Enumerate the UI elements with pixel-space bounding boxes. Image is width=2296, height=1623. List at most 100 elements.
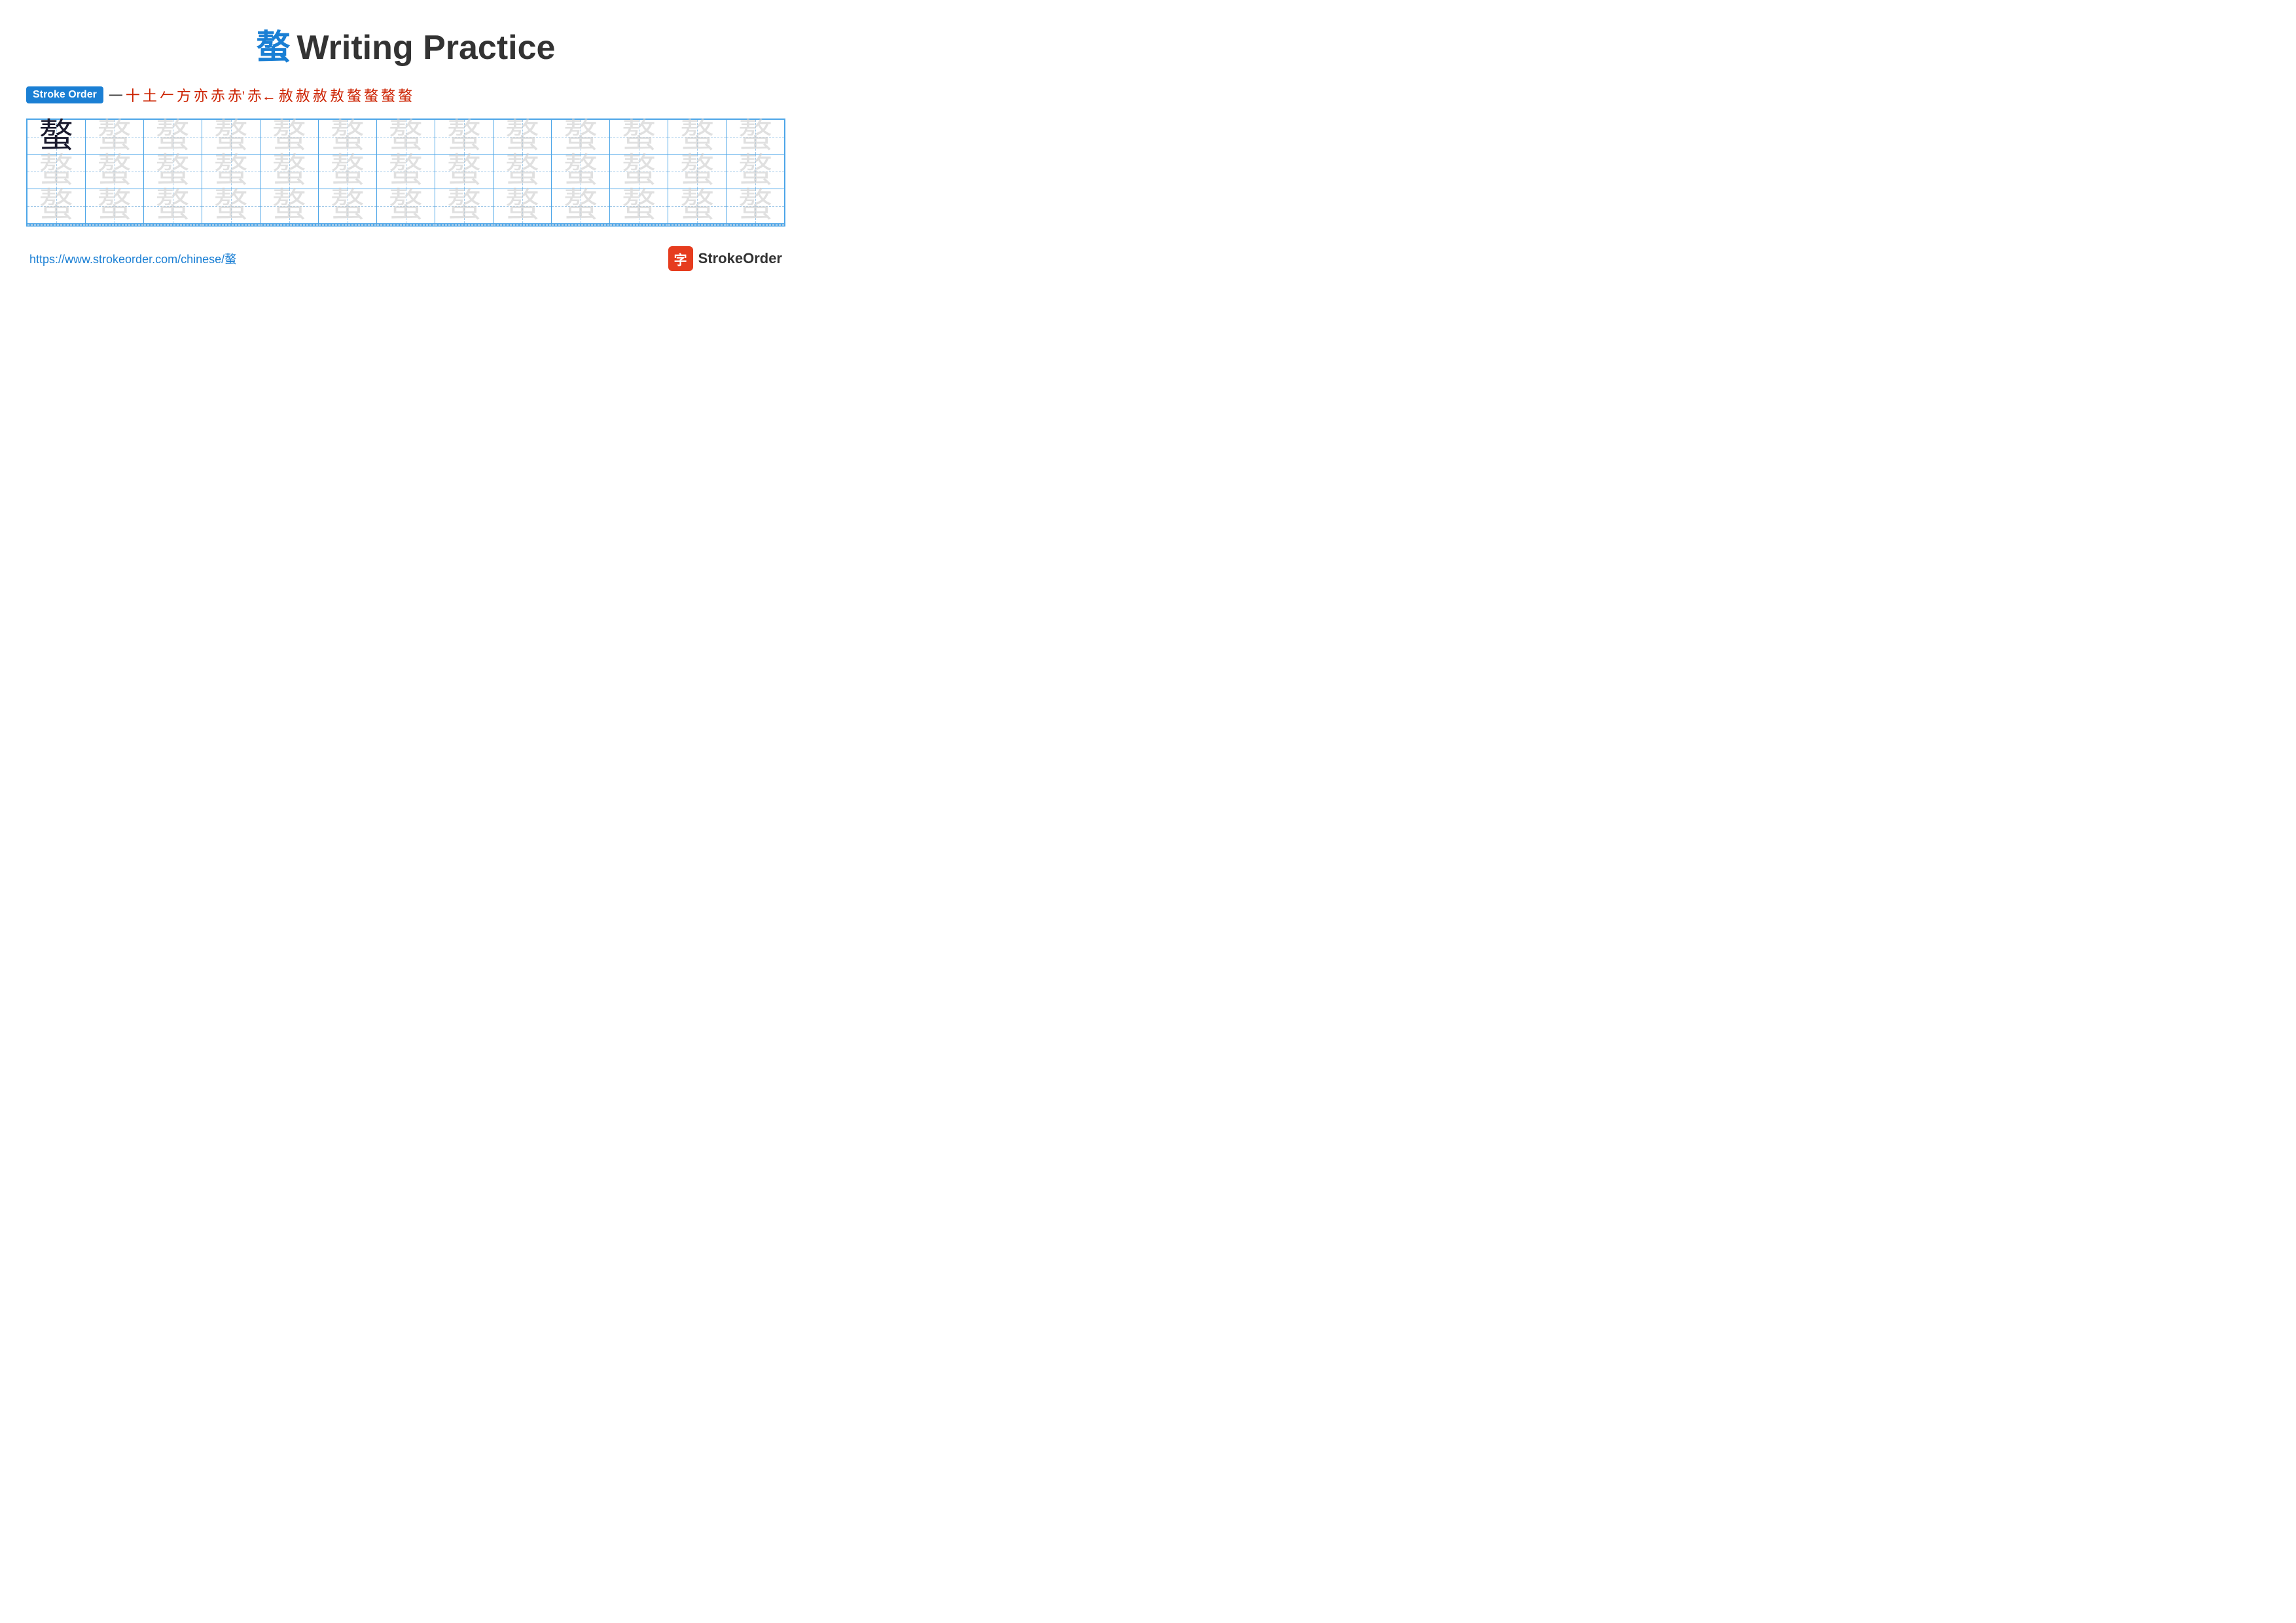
cell-char: 螯 — [738, 153, 772, 190]
grid-cell-0-7: 螯 — [435, 119, 493, 155]
grid-cell-1-9: 螯 — [552, 155, 610, 189]
stroke-step-3: 𠂉 — [160, 84, 174, 105]
cell-char: 螯 — [505, 187, 539, 225]
stroke-step-12: 敖 — [330, 84, 344, 105]
grid-cell-0-5: 螯 — [318, 119, 376, 155]
stroke-step-0: 一 — [109, 84, 123, 105]
cell-char: 螯 — [272, 187, 306, 225]
grid-cell-0-6: 螯 — [376, 119, 435, 155]
cell-char: 螯 — [39, 118, 73, 155]
grid-cell-2-5: 螯 — [318, 189, 376, 224]
stroke-step-7: 赤' — [228, 84, 245, 105]
cell-char: 螯 — [622, 153, 656, 190]
cell-char: 螯 — [331, 118, 365, 155]
grid-cell-5-0 — [27, 225, 85, 227]
grid-cell-5-9 — [552, 225, 610, 227]
grid-cell-0-3: 螯 — [202, 119, 260, 155]
grid-cell-1-8: 螯 — [493, 155, 552, 189]
cell-char: 螯 — [738, 118, 772, 155]
grid-cell-5-1 — [85, 225, 143, 227]
grid-cell-5-3 — [202, 225, 260, 227]
cell-char: 螯 — [447, 118, 481, 155]
stroke-step-1: 十 — [126, 84, 140, 105]
cell-char: 螯 — [738, 187, 772, 225]
grid-cell-1-4: 螯 — [260, 155, 318, 189]
stroke-step-5: 亦 — [194, 84, 208, 105]
footer-url[interactable]: https://www.strokeorder.com/chinese/螯 — [29, 250, 236, 267]
cell-char: 螯 — [156, 118, 190, 155]
grid-cell-0-10: 螯 — [610, 119, 668, 155]
stroke-step-13: 螯 — [347, 84, 361, 105]
grid-cell-5-11 — [668, 225, 726, 227]
cell-char: 螯 — [680, 187, 714, 225]
cell-char: 螯 — [564, 187, 598, 225]
grid-cell-0-0: 螯 — [27, 119, 85, 155]
stroke-step-16: 螯 — [398, 84, 412, 105]
cell-char: 螯 — [272, 153, 306, 190]
cell-char: 螯 — [447, 187, 481, 225]
cell-char: 螯 — [98, 118, 132, 155]
grid-cell-1-1: 螯 — [85, 155, 143, 189]
grid-cell-2-0: 螯 — [27, 189, 85, 224]
grid-cell-0-8: 螯 — [493, 119, 552, 155]
grid-cell-1-2: 螯 — [143, 155, 202, 189]
grid-cell-0-12: 螯 — [726, 119, 785, 155]
grid-cell-2-12: 螯 — [726, 189, 785, 224]
practice-grid: 螯螯螯螯螯螯螯螯螯螯螯螯螯螯螯螯螯螯螯螯螯螯螯螯螯螯螯螯螯螯螯螯螯螯螯螯螯螯螯 — [26, 119, 785, 227]
cell-char: 螯 — [214, 187, 248, 225]
grid-cell-2-1: 螯 — [85, 189, 143, 224]
cell-char: 螯 — [564, 118, 598, 155]
grid-cell-0-2: 螯 — [143, 119, 202, 155]
stroke-step-14: 螯 — [364, 84, 378, 105]
grid-cell-0-9: 螯 — [552, 119, 610, 155]
cell-char: 螯 — [680, 153, 714, 190]
brand-name: StrokeOrder — [698, 250, 782, 267]
cell-char: 螯 — [214, 153, 248, 190]
grid-cell-0-11: 螯 — [668, 119, 726, 155]
cell-char: 螯 — [622, 187, 656, 225]
grid-cell-1-7: 螯 — [435, 155, 493, 189]
grid-cell-5-4 — [260, 225, 318, 227]
grid-cell-2-4: 螯 — [260, 189, 318, 224]
stroke-step-9: 赦 — [279, 84, 293, 105]
grid-cell-2-2: 螯 — [143, 189, 202, 224]
cell-char: 螯 — [156, 187, 190, 225]
grid-cell-5-10 — [610, 225, 668, 227]
stroke-step-15: 螯 — [381, 84, 395, 105]
cell-char: 螯 — [331, 187, 365, 225]
grid-cell-1-12: 螯 — [726, 155, 785, 189]
footer: https://www.strokeorder.com/chinese/螯 字 … — [26, 246, 785, 271]
stroke-order-badge: Stroke Order — [26, 86, 103, 103]
stroke-step-2: 土 — [143, 84, 157, 105]
footer-brand: 字 StrokeOrder — [668, 246, 782, 271]
grid-cell-5-12 — [726, 225, 785, 227]
stroke-step-8: 赤← — [247, 84, 276, 105]
grid-cell-1-11: 螯 — [668, 155, 726, 189]
grid-cell-1-10: 螯 — [610, 155, 668, 189]
cell-char: 螯 — [39, 187, 73, 225]
grid-cell-5-8 — [493, 225, 552, 227]
grid-cell-2-6: 螯 — [376, 189, 435, 224]
grid-cell-2-7: 螯 — [435, 189, 493, 224]
cell-char: 螯 — [564, 153, 598, 190]
grid-cell-1-3: 螯 — [202, 155, 260, 189]
cell-char: 螯 — [505, 153, 539, 190]
cell-char: 螯 — [505, 118, 539, 155]
cell-char: 螯 — [389, 187, 423, 225]
cell-char: 螯 — [98, 187, 132, 225]
grid-cell-2-3: 螯 — [202, 189, 260, 224]
grid-cell-5-7 — [435, 225, 493, 227]
grid-cell-0-1: 螯 — [85, 119, 143, 155]
cell-char: 螯 — [156, 153, 190, 190]
grid-cell-0-4: 螯 — [260, 119, 318, 155]
stroke-order-row: Stroke Order 一十土𠂉方亦赤赤'赤←赦赦赦敖螯螯螯螯 — [26, 84, 785, 105]
stroke-step-6: 赤 — [211, 84, 225, 105]
stroke-sequence: 一十土𠂉方亦赤赤'赤←赦赦赦敖螯螯螯螯 — [109, 84, 412, 105]
cell-char: 螯 — [680, 118, 714, 155]
cell-char: 螯 — [622, 118, 656, 155]
grid-cell-1-6: 螯 — [376, 155, 435, 189]
grid-cell-2-11: 螯 — [668, 189, 726, 224]
grid-cell-2-9: 螯 — [552, 189, 610, 224]
grid-cell-5-6 — [376, 225, 435, 227]
cell-char: 螯 — [39, 153, 73, 190]
